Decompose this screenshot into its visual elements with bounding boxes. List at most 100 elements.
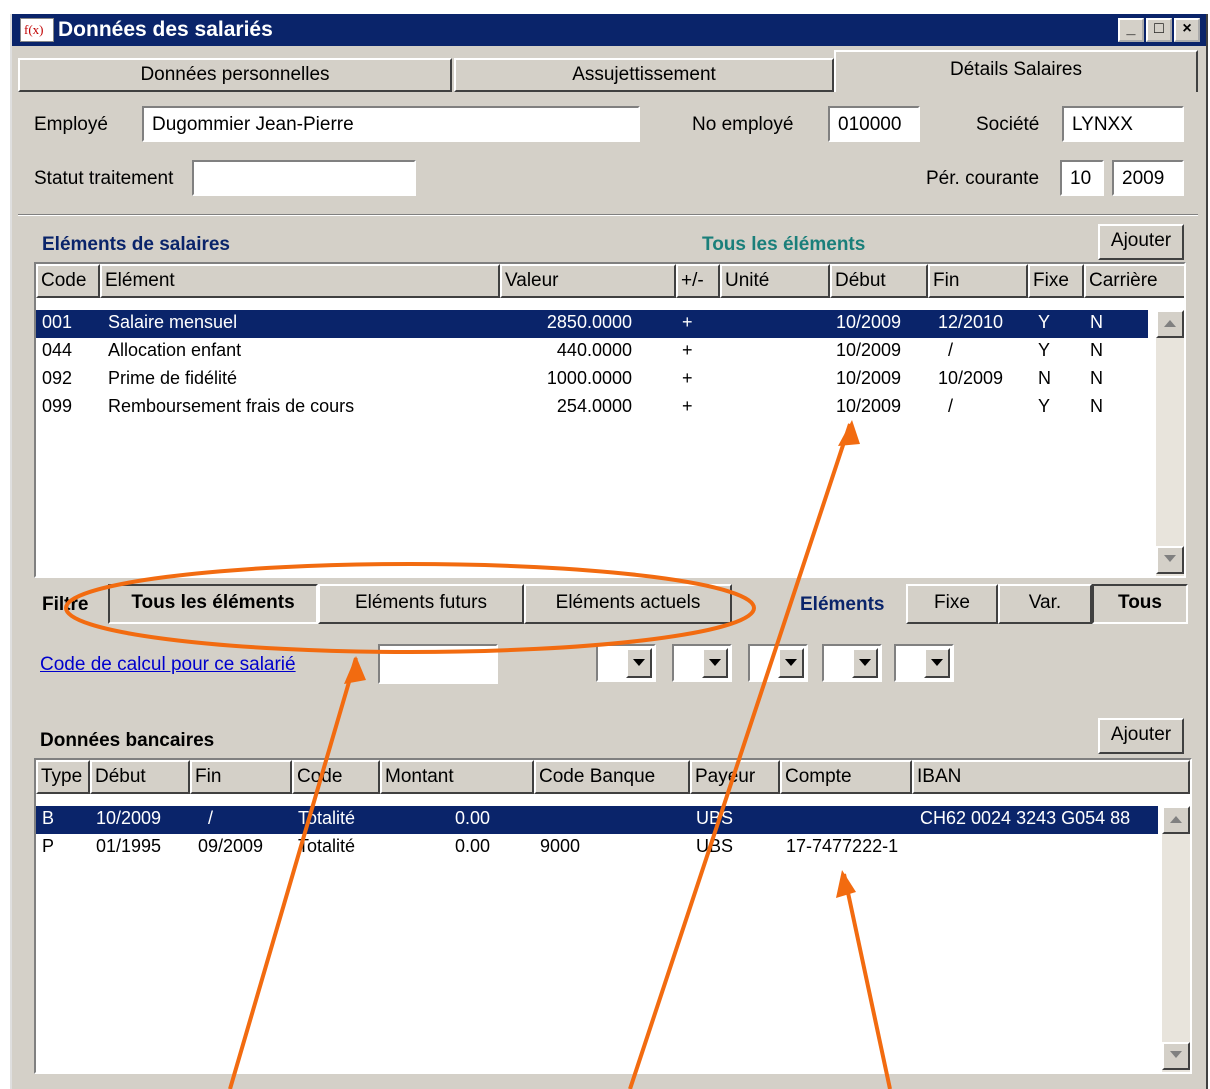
close-icon[interactable]: × (1174, 18, 1200, 42)
code-calcul-link[interactable]: Code de calcul pour ce salarié (40, 654, 296, 676)
column-header-valeur[interactable]: Valeur (500, 264, 676, 298)
section-title-bank: Données bancaires (40, 730, 215, 751)
column-header-code[interactable]: Code (36, 264, 100, 298)
cell-carriere: N (1090, 396, 1103, 416)
title-bar[interactable]: f(x) Données des salariés _ □ × (12, 14, 1206, 46)
cell-fixe: Y (1038, 340, 1051, 360)
column-header-type[interactable]: Type (36, 760, 90, 794)
minimize-icon[interactable]: _ (1118, 18, 1144, 42)
filter-status-text: Tous les éléments (702, 234, 866, 255)
cell-debut: 10/2009 (836, 396, 902, 416)
tab-assujettissement[interactable]: Assujettissement (454, 58, 834, 92)
cell-element: Prime de fidélité (108, 368, 238, 388)
column-header-compte[interactable]: Compte (780, 760, 912, 794)
column-header-fin[interactable]: Fin (928, 264, 1028, 298)
filter-tous-button[interactable]: Tous les éléments (108, 584, 318, 624)
scroll-down-icon[interactable] (1162, 1042, 1190, 1070)
cell-valeur: 254.0000 (556, 396, 632, 416)
column-header-carriere[interactable]: Carrière (1084, 264, 1184, 298)
cell-code: 001 (42, 312, 73, 332)
code-calcul-field[interactable] (378, 644, 498, 684)
cell-sign: + (682, 312, 693, 332)
cell-type: P (42, 836, 55, 856)
periode-month-field[interactable]: 10 (1060, 160, 1104, 196)
column-header-sign[interactable]: +/- (676, 264, 720, 298)
cell-debut: 10/2009 (96, 808, 162, 828)
cell-code: Totalité (298, 808, 356, 828)
cell-fin: / (948, 340, 954, 360)
statut-label: Statut traitement (34, 168, 174, 189)
calcul-combo-4[interactable] (822, 644, 882, 682)
cell-fin: 10/2009 (938, 368, 1004, 388)
table-row[interactable]: P 01/1995 09/2009 Totalité 0.00 9000 UBS… (36, 834, 1190, 862)
table-row[interactable]: 044 Allocation enfant 440.0000 + 10/2009… (36, 338, 1184, 366)
add-bank-button[interactable]: Ajouter (1098, 718, 1184, 754)
bank-scrollbar[interactable] (1162, 806, 1190, 1072)
column-header-element[interactable]: Elément (100, 264, 500, 298)
elements-scrollbar[interactable] (1156, 310, 1184, 576)
chevron-down-icon[interactable] (702, 648, 728, 678)
tab-donnees-personnelles[interactable]: Données personnelles (18, 58, 452, 92)
cell-element: Allocation enfant (108, 340, 242, 360)
cell-code: 044 (42, 340, 73, 360)
cell-payeur: UBS (696, 808, 734, 828)
elements-filter-label: Eléments (800, 594, 885, 615)
column-header-payeur[interactable]: Payeur (690, 760, 780, 794)
filter-actuels-button[interactable]: Eléments actuels (524, 584, 732, 624)
filter-var-button[interactable]: Var. (998, 584, 1092, 624)
cell-montant: 0.00 (454, 836, 490, 856)
column-header-code[interactable]: Code (292, 760, 380, 794)
column-header-iban[interactable]: IBAN (912, 760, 1190, 794)
cell-debut: 10/2009 (836, 368, 902, 388)
cell-sign: + (682, 396, 693, 416)
filter-tous-short-button[interactable]: Tous (1092, 584, 1188, 624)
chevron-down-icon[interactable] (924, 648, 950, 678)
calcul-combo-5[interactable] (894, 644, 954, 682)
periode-year-field[interactable]: 2009 (1112, 160, 1184, 196)
filter-futurs-button[interactable]: Eléments futurs (318, 584, 524, 624)
bank-list: Type Début Fin Code Montant Code Banque … (34, 758, 1192, 1074)
scroll-down-icon[interactable] (1156, 546, 1184, 574)
societe-field[interactable]: LYNXX (1062, 106, 1184, 142)
cell-sign: + (682, 368, 693, 388)
cell-element: Salaire mensuel (108, 312, 238, 332)
section-title-elements: Eléments de salaires (42, 234, 230, 255)
column-header-debut[interactable]: Début (90, 760, 190, 794)
maximize-icon[interactable]: □ (1146, 18, 1172, 42)
cell-valeur: 2850.0000 (546, 312, 632, 332)
add-element-button[interactable]: Ajouter (1098, 224, 1184, 260)
table-row[interactable]: 001 Salaire mensuel 2850.0000 + 10/2009 … (36, 310, 1148, 338)
periode-label: Pér. courante (926, 168, 1040, 189)
table-row[interactable]: 092 Prime de fidélité 1000.0000 + 10/200… (36, 366, 1184, 394)
window-title: Données des salariés (58, 18, 273, 41)
cell-fin: 12/2010 (938, 312, 1004, 332)
employe-field[interactable]: Dugommier Jean-Pierre (142, 106, 640, 142)
application-window: f(x) Données des salariés _ □ × Données … (10, 14, 1208, 1089)
cell-compte: 17-7477222-1 (786, 836, 899, 856)
scroll-up-icon[interactable] (1162, 806, 1190, 834)
calcul-combo-2[interactable] (672, 644, 732, 682)
scroll-up-icon[interactable] (1156, 310, 1184, 338)
cell-montant: 0.00 (454, 808, 490, 828)
column-header-fixe[interactable]: Fixe (1028, 264, 1084, 298)
table-row[interactable]: B 10/2009 / Totalité 0.00 UBS CH62 0024 … (36, 806, 1158, 834)
column-header-debut[interactable]: Début (830, 264, 928, 298)
calcul-combo-1[interactable] (596, 644, 656, 682)
chevron-down-icon[interactable] (778, 648, 804, 678)
column-header-fin[interactable]: Fin (190, 760, 292, 794)
no-employe-field[interactable]: 010000 (828, 106, 920, 142)
tab-details-salaires[interactable]: Détails Salaires (834, 50, 1198, 92)
cell-code-banque: 9000 (540, 836, 581, 856)
column-header-unite[interactable]: Unité (720, 264, 830, 298)
cell-payeur: UBS (696, 836, 734, 856)
column-header-montant[interactable]: Montant (380, 760, 534, 794)
filter-fixe-button[interactable]: Fixe (906, 584, 998, 624)
table-row[interactable]: 099 Remboursement frais de cours 254.000… (36, 394, 1184, 422)
tab-bar: Données personnelles Assujettissement Dé… (18, 50, 1198, 92)
column-header-code-banque[interactable]: Code Banque (534, 760, 690, 794)
cell-iban: CH62 0024 3243 G054 88 (920, 808, 1131, 828)
chevron-down-icon[interactable] (626, 648, 652, 678)
calcul-combo-3[interactable] (748, 644, 808, 682)
chevron-down-icon[interactable] (852, 648, 878, 678)
statut-field[interactable] (192, 160, 416, 196)
